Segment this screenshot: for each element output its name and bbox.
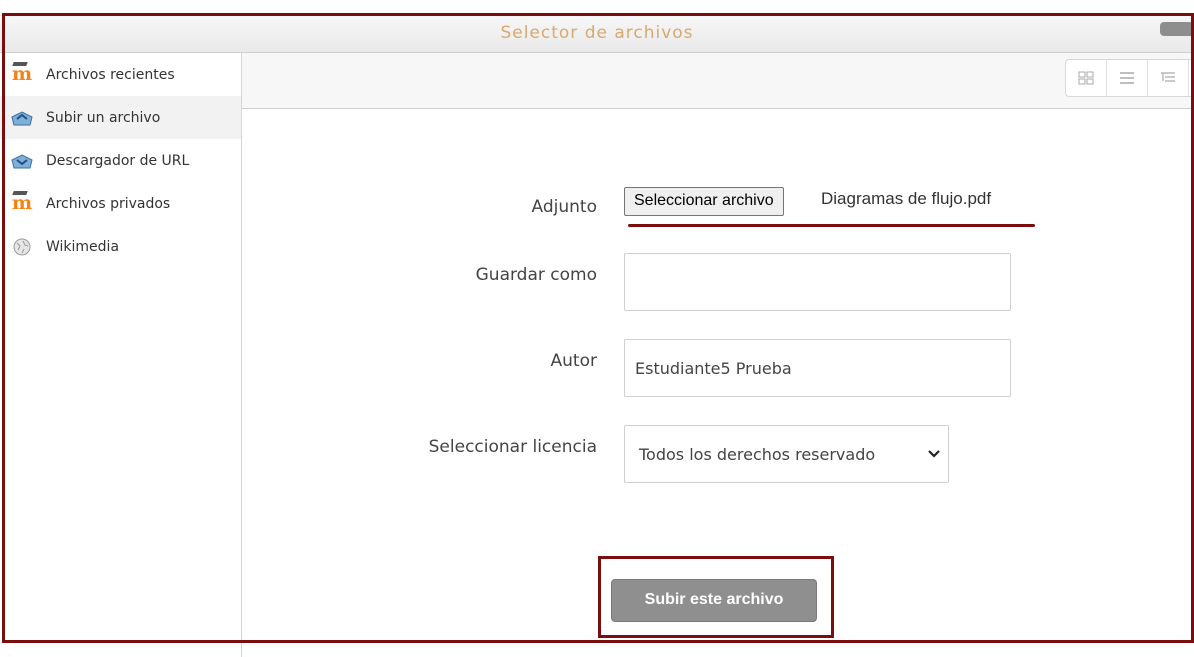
license-select[interactable]: Todos los derechos reservado — [624, 425, 949, 483]
tree-view-icon[interactable] — [1148, 60, 1189, 96]
attachment-label: Adjunto — [531, 197, 597, 217]
sidebar-item-wikimedia[interactable]: Wikimedia — [0, 225, 241, 268]
view-switcher — [1065, 59, 1194, 97]
close-button[interactable] — [1160, 22, 1194, 36]
sidebar-item-label: Wikimedia — [46, 238, 120, 255]
wikimedia-icon — [10, 237, 34, 257]
choose-file-button[interactable]: Seleccionar archivo — [624, 187, 784, 216]
grid-view-icon[interactable] — [1066, 60, 1107, 96]
chosen-file-name: Diagramas de flujo.pdf — [821, 189, 992, 208]
moodle-icon: m — [11, 192, 33, 214]
upload-icon — [10, 108, 34, 128]
sidebar-item-private-files[interactable]: m Archivos privados — [0, 182, 241, 225]
save-as-input[interactable] — [624, 253, 1011, 311]
sidebar-item-recent-files[interactable]: m Archivos recientes — [0, 53, 241, 96]
highlight-underline — [628, 224, 1035, 227]
chevron-down-icon — [928, 426, 940, 482]
author-input[interactable]: Estudiante5 Prueba — [624, 339, 1011, 397]
author-value: Estudiante5 Prueba — [635, 359, 792, 378]
license-label: Seleccionar licencia — [428, 437, 597, 457]
download-url-icon — [10, 151, 34, 171]
repository-sidebar: m Archivos recientes Subir un archivo De… — [0, 53, 242, 657]
file-toolbar — [242, 53, 1194, 109]
license-value: Todos los derechos reservado — [639, 445, 876, 464]
list-view-icon[interactable] — [1107, 60, 1148, 96]
sidebar-item-label: Archivos recientes — [46, 66, 175, 83]
upload-file-button[interactable]: Subir este archivo — [611, 579, 817, 622]
sidebar-item-url-downloader[interactable]: Descargador de URL — [0, 139, 241, 182]
save-as-label: Guardar como — [475, 265, 597, 285]
sidebar-item-label: Archivos privados — [46, 195, 171, 212]
dialog-title: Selector de archivos — [0, 15, 1194, 53]
sidebar-item-upload-file[interactable]: Subir un archivo — [0, 96, 241, 139]
moodle-icon: m — [11, 63, 33, 85]
sidebar-item-label: Descargador de URL — [46, 152, 190, 169]
sidebar-item-label: Subir un archivo — [46, 109, 161, 126]
author-label: Autor — [550, 351, 597, 371]
